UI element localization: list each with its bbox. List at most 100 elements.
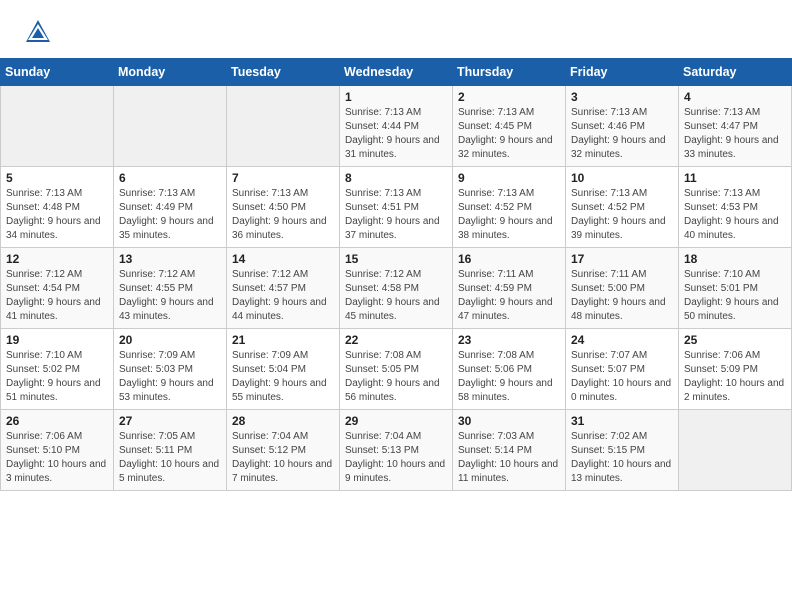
day-number: 10 — [571, 171, 673, 185]
day-cell: 18 Sunrise: 7:10 AM Sunset: 5:01 PM Dayli… — [679, 248, 792, 329]
day-info: Sunrise: 7:02 AM Sunset: 5:15 PM Dayligh… — [571, 430, 673, 486]
day-number: 24 — [571, 333, 673, 347]
weekday-header-row: SundayMondayTuesdayWednesdayThursdayFrid… — [1, 59, 792, 86]
day-cell — [227, 86, 340, 167]
weekday-header-thursday: Thursday — [453, 59, 566, 86]
day-cell: 9 Sunrise: 7:13 AM Sunset: 4:52 PM Daylig… — [453, 167, 566, 248]
day-cell — [679, 410, 792, 491]
day-cell: 26 Sunrise: 7:06 AM Sunset: 5:10 PM Dayli… — [1, 410, 114, 491]
day-info: Sunrise: 7:13 AM Sunset: 4:48 PM Dayligh… — [6, 187, 108, 243]
day-cell: 31 Sunrise: 7:02 AM Sunset: 5:15 PM Dayli… — [566, 410, 679, 491]
day-number: 9 — [458, 171, 560, 185]
week-row-4: 19 Sunrise: 7:10 AM Sunset: 5:02 PM Dayli… — [1, 329, 792, 410]
day-info: Sunrise: 7:12 AM Sunset: 4:55 PM Dayligh… — [119, 268, 221, 324]
day-info: Sunrise: 7:13 AM Sunset: 4:44 PM Dayligh… — [345, 106, 447, 162]
day-number: 18 — [684, 252, 786, 266]
day-info: Sunrise: 7:13 AM Sunset: 4:46 PM Dayligh… — [571, 106, 673, 162]
day-info: Sunrise: 7:13 AM Sunset: 4:52 PM Dayligh… — [458, 187, 560, 243]
day-cell: 6Sunrise: 7:13 AM Sunset: 4:49 PM Daylig… — [114, 167, 227, 248]
day-info: Sunrise: 7:06 AM Sunset: 5:09 PM Dayligh… — [684, 349, 786, 405]
logo — [24, 18, 56, 46]
week-row-2: 5 Sunrise: 7:13 AM Sunset: 4:48 PM Daylig… — [1, 167, 792, 248]
day-info: Sunrise: 7:09 AM Sunset: 5:04 PM Dayligh… — [232, 349, 334, 405]
day-cell: 23Sunrise: 7:08 AM Sunset: 5:06 PM Dayli… — [453, 329, 566, 410]
day-info: Sunrise: 7:08 AM Sunset: 5:05 PM Dayligh… — [345, 349, 447, 405]
day-cell: 25 Sunrise: 7:06 AM Sunset: 5:09 PM Dayli… — [679, 329, 792, 410]
day-number: 2 — [458, 90, 560, 104]
day-cell: 30 Sunrise: 7:03 AM Sunset: 5:14 PM Dayli… — [453, 410, 566, 491]
day-info: Sunrise: 7:12 AM Sunset: 4:57 PM Dayligh… — [232, 268, 334, 324]
day-info: Sunrise: 7:10 AM Sunset: 5:02 PM Dayligh… — [6, 349, 108, 405]
week-row-1: 1 Sunrise: 7:13 AM Sunset: 4:44 PM Daylig… — [1, 86, 792, 167]
day-cell: 3 Sunrise: 7:13 AM Sunset: 4:46 PM Daylig… — [566, 86, 679, 167]
day-cell: 29Sunrise: 7:04 AM Sunset: 5:13 PM Dayli… — [340, 410, 453, 491]
day-number: 29 — [345, 414, 447, 428]
day-info: Sunrise: 7:04 AM Sunset: 5:12 PM Dayligh… — [232, 430, 334, 486]
day-number: 19 — [6, 333, 108, 347]
day-number: 21 — [232, 333, 334, 347]
week-row-3: 12Sunrise: 7:12 AM Sunset: 4:54 PM Dayli… — [1, 248, 792, 329]
day-cell: 11 Sunrise: 7:13 AM Sunset: 4:53 PM Dayli… — [679, 167, 792, 248]
day-number: 31 — [571, 414, 673, 428]
day-info: Sunrise: 7:13 AM Sunset: 4:49 PM Dayligh… — [119, 187, 221, 243]
day-info: Sunrise: 7:13 AM Sunset: 4:47 PM Dayligh… — [684, 106, 786, 162]
day-info: Sunrise: 7:10 AM Sunset: 5:01 PM Dayligh… — [684, 268, 786, 324]
day-info: Sunrise: 7:13 AM Sunset: 4:45 PM Dayligh… — [458, 106, 560, 162]
day-cell — [1, 86, 114, 167]
day-cell: 28 Sunrise: 7:04 AM Sunset: 5:12 PM Dayli… — [227, 410, 340, 491]
day-cell: 10 Sunrise: 7:13 AM Sunset: 4:52 PM Dayli… — [566, 167, 679, 248]
day-cell: 24 Sunrise: 7:07 AM Sunset: 5:07 PM Dayli… — [566, 329, 679, 410]
day-cell: 14 Sunrise: 7:12 AM Sunset: 4:57 PM Dayli… — [227, 248, 340, 329]
day-cell: 16 Sunrise: 7:11 AM Sunset: 4:59 PM Dayli… — [453, 248, 566, 329]
day-number: 7 — [232, 171, 334, 185]
day-number: 23 — [458, 333, 560, 347]
header — [0, 0, 792, 54]
day-number: 13 — [119, 252, 221, 266]
day-cell — [114, 86, 227, 167]
day-info: Sunrise: 7:13 AM Sunset: 4:51 PM Dayligh… — [345, 187, 447, 243]
day-number: 11 — [684, 171, 786, 185]
day-cell: 13 Sunrise: 7:12 AM Sunset: 4:55 PM Dayli… — [114, 248, 227, 329]
day-cell: 15Sunrise: 7:12 AM Sunset: 4:58 PM Dayli… — [340, 248, 453, 329]
day-number: 1 — [345, 90, 447, 104]
day-number: 5 — [6, 171, 108, 185]
day-number: 15 — [345, 252, 447, 266]
day-info: Sunrise: 7:07 AM Sunset: 5:07 PM Dayligh… — [571, 349, 673, 405]
day-number: 17 — [571, 252, 673, 266]
day-info: Sunrise: 7:06 AM Sunset: 5:10 PM Dayligh… — [6, 430, 108, 486]
calendar-table: SundayMondayTuesdayWednesdayThursdayFrid… — [0, 58, 792, 491]
day-number: 20 — [119, 333, 221, 347]
day-cell: 2 Sunrise: 7:13 AM Sunset: 4:45 PM Daylig… — [453, 86, 566, 167]
day-number: 3 — [571, 90, 673, 104]
day-cell: 12Sunrise: 7:12 AM Sunset: 4:54 PM Dayli… — [1, 248, 114, 329]
day-number: 30 — [458, 414, 560, 428]
day-info: Sunrise: 7:12 AM Sunset: 4:54 PM Dayligh… — [6, 268, 108, 324]
day-number: 16 — [458, 252, 560, 266]
day-cell: 19 Sunrise: 7:10 AM Sunset: 5:02 PM Dayli… — [1, 329, 114, 410]
day-number: 27 — [119, 414, 221, 428]
day-number: 28 — [232, 414, 334, 428]
week-row-5: 26 Sunrise: 7:06 AM Sunset: 5:10 PM Dayli… — [1, 410, 792, 491]
day-cell: 21 Sunrise: 7:09 AM Sunset: 5:04 PM Dayli… — [227, 329, 340, 410]
day-cell: 17 Sunrise: 7:11 AM Sunset: 5:00 PM Dayli… — [566, 248, 679, 329]
day-cell: 7Sunrise: 7:13 AM Sunset: 4:50 PM Daylig… — [227, 167, 340, 248]
day-cell: 20Sunrise: 7:09 AM Sunset: 5:03 PM Dayli… — [114, 329, 227, 410]
day-cell: 8 Sunrise: 7:13 AM Sunset: 4:51 PM Daylig… — [340, 167, 453, 248]
day-info: Sunrise: 7:11 AM Sunset: 5:00 PM Dayligh… — [571, 268, 673, 324]
day-info: Sunrise: 7:13 AM Sunset: 4:53 PM Dayligh… — [684, 187, 786, 243]
logo-icon — [24, 18, 52, 46]
weekday-header-wednesday: Wednesday — [340, 59, 453, 86]
day-info: Sunrise: 7:11 AM Sunset: 4:59 PM Dayligh… — [458, 268, 560, 324]
day-number: 4 — [684, 90, 786, 104]
day-number: 8 — [345, 171, 447, 185]
day-cell: 27Sunrise: 7:05 AM Sunset: 5:11 PM Dayli… — [114, 410, 227, 491]
weekday-header-saturday: Saturday — [679, 59, 792, 86]
weekday-header-sunday: Sunday — [1, 59, 114, 86]
day-number: 26 — [6, 414, 108, 428]
day-info: Sunrise: 7:03 AM Sunset: 5:14 PM Dayligh… — [458, 430, 560, 486]
day-number: 25 — [684, 333, 786, 347]
day-cell: 4 Sunrise: 7:13 AM Sunset: 4:47 PM Daylig… — [679, 86, 792, 167]
day-number: 14 — [232, 252, 334, 266]
day-number: 22 — [345, 333, 447, 347]
day-info: Sunrise: 7:13 AM Sunset: 4:52 PM Dayligh… — [571, 187, 673, 243]
